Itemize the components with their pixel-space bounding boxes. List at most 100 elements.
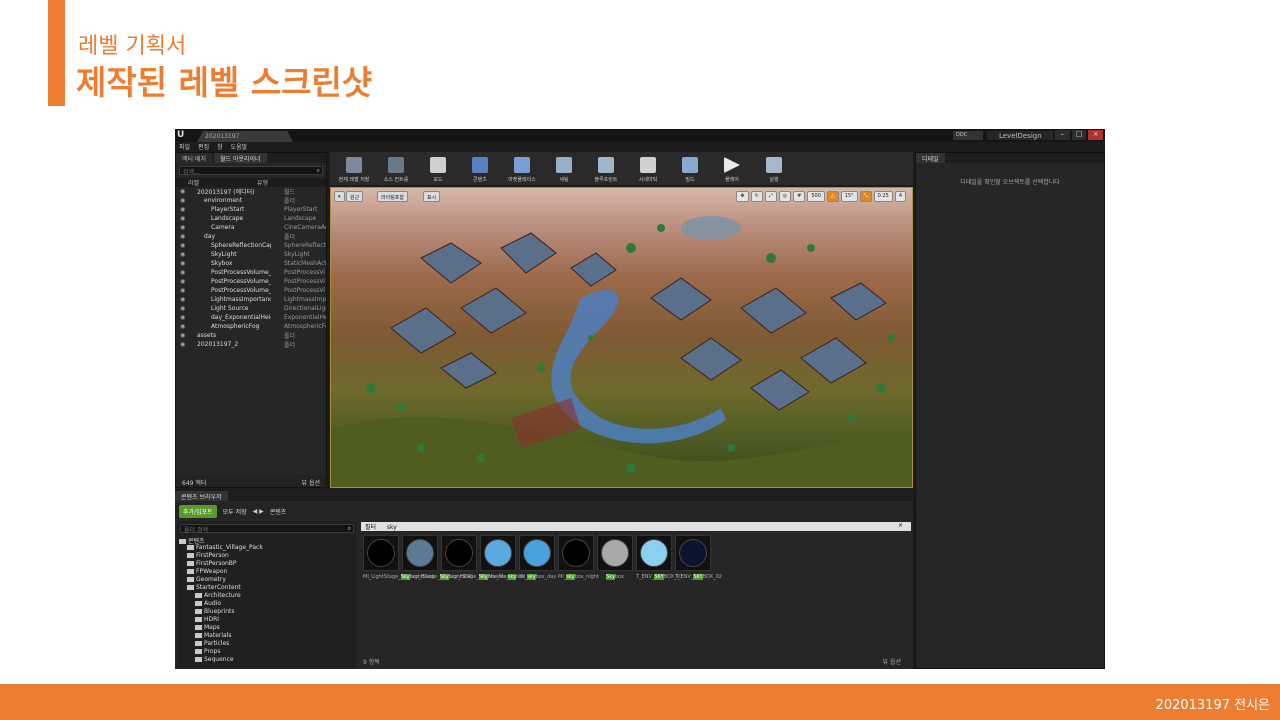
folder-item[interactable]: Sequence: [177, 656, 357, 664]
visibility-icon[interactable]: ◉: [180, 332, 185, 339]
visibility-icon[interactable]: ◉: [180, 305, 185, 312]
folder-item[interactable]: 콘텐츠: [177, 536, 357, 545]
outliner-row[interactable]: ◉ AtmosphericFog AtmosphericFo: [176, 322, 326, 331]
asset-tile[interactable]: MI_LightStage_Skybox_Black: [363, 535, 435, 615]
folder-item[interactable]: StarterContent: [177, 584, 357, 592]
folder-item[interactable]: HDRI: [177, 616, 357, 624]
tab-world-outliner[interactable]: 월드 아웃라이너: [214, 153, 267, 163]
outliner-row[interactable]: ◉ PlayerStart PlayerStart: [176, 205, 326, 214]
folder-item[interactable]: FPWeapon: [177, 568, 357, 576]
visibility-icon[interactable]: ◉: [180, 215, 185, 222]
rotation-snap-icon[interactable]: △: [826, 191, 839, 202]
outliner-row[interactable]: ◉ environment 폴더: [176, 196, 326, 205]
visibility-icon[interactable]: ◉: [180, 233, 185, 240]
show-button[interactable]: 표시: [423, 191, 441, 202]
folder-item[interactable]: FirstPerson: [177, 552, 357, 560]
asset-tile[interactable]: MI_skybox_day: [519, 535, 556, 615]
outliner-row[interactable]: ◉ day_ExponentialHeigh ExponentialHei: [176, 313, 326, 322]
folder-item[interactable]: Props: [177, 648, 357, 656]
asset-tile[interactable]: T_ENV_SKYBOX_02: [675, 535, 722, 615]
asset-search-input[interactable]: 필터 sky ×: [361, 522, 911, 531]
visibility-icon[interactable]: ◉: [180, 206, 185, 213]
folder-item[interactable]: Audio: [177, 600, 357, 608]
visibility-icon[interactable]: ◉: [180, 260, 185, 267]
close-icon[interactable]: ×: [1088, 130, 1104, 140]
outliner-row[interactable]: ◉ Landscape Landscape: [176, 214, 326, 223]
asset-tile[interactable]: Skybox: [597, 535, 633, 615]
asset-tile[interactable]: MI_Master_skybox_day: [480, 535, 537, 615]
launch-button[interactable]: 실행: [753, 152, 795, 185]
tab-place-actors[interactable]: 액터 배치: [176, 153, 212, 163]
folder-search-input[interactable]: 폴더 검색 ⌕: [180, 524, 354, 534]
visibility-icon[interactable]: ◉: [180, 314, 185, 321]
outliner-row[interactable]: ◉ assets 폴더: [176, 331, 326, 340]
outliner-row[interactable]: ◉ PostProcessVolume_vi PostProcessVi: [176, 268, 326, 277]
folder-item[interactable]: FirstPersonBP: [177, 560, 357, 568]
outliner-row[interactable]: ◉ Camera CineCameraAc: [176, 223, 326, 232]
add-import-button[interactable]: 추가/임포트: [179, 504, 217, 518]
level-viewport[interactable]: ▾ 원근 라이팅포함 표시 ✥ ↻ ⤢ ◎ # 500 △ 15° ⤡ 0.25…: [330, 187, 913, 488]
outliner-view-options[interactable]: 뷰 옵션: [302, 478, 320, 487]
outliner-row[interactable]: ◉ LightmassImportanceV LightmassImpo: [176, 295, 326, 304]
minimize-icon[interactable]: –: [1055, 130, 1070, 140]
play-button[interactable]: 플레이: [711, 152, 753, 185]
maximize-icon[interactable]: □: [1071, 130, 1087, 140]
outliner-row[interactable]: ◉ PostProcessVolume_vi PostProcessVi: [176, 277, 326, 286]
folder-item[interactable]: Materials: [177, 632, 357, 640]
visibility-icon[interactable]: ◉: [180, 224, 185, 231]
content-path[interactable]: 콘텐츠: [270, 507, 287, 516]
folder-item[interactable]: Blueprints: [177, 608, 357, 616]
world-local-icon[interactable]: ◎: [778, 191, 792, 202]
back-icon[interactable]: ◀ ▶: [253, 508, 264, 515]
source-control-button[interactable]: 소스 컨트롤: [375, 152, 417, 185]
visibility-icon[interactable]: ◉: [180, 287, 185, 294]
ddc-button[interactable]: DDC: [953, 131, 983, 140]
cinematics-button[interactable]: 시네마틱: [627, 152, 669, 185]
outliner-row[interactable]: ◉ Light Source DirectionalLigh: [176, 304, 326, 313]
grid-snap-value[interactable]: 500: [807, 191, 825, 202]
menu-edit[interactable]: 편집: [198, 142, 209, 152]
visibility-icon[interactable]: ◉: [180, 242, 185, 249]
viewport-menu-button[interactable]: ▾: [334, 191, 345, 202]
lit-mode-button[interactable]: 라이팅포함: [377, 191, 409, 202]
perspective-button[interactable]: 원근: [346, 191, 364, 202]
rotation-snap-value[interactable]: 15°: [840, 191, 858, 202]
grid-snap-icon[interactable]: #: [793, 191, 806, 202]
asset-tile[interactable]: MI_skybox_night: [558, 535, 599, 615]
camera-speed-button[interactable]: 4: [894, 191, 906, 202]
translate-icon[interactable]: ✥: [736, 191, 749, 202]
visibility-icon[interactable]: ◉: [180, 296, 185, 303]
folder-item[interactable]: Maps: [177, 624, 357, 632]
outliner-row[interactable]: ◉ 202013197 (에디터) 월드: [176, 187, 326, 196]
menu-file[interactable]: 파일: [179, 142, 190, 152]
visibility-icon[interactable]: ◉: [180, 323, 185, 330]
build-button[interactable]: 빌드: [669, 152, 711, 185]
save-all-button[interactable]: 모두 저장: [223, 507, 247, 516]
visibility-icon[interactable]: ◉: [180, 269, 185, 276]
visibility-icon[interactable]: ◉: [180, 341, 185, 348]
outliner-row[interactable]: ◉ 202013197_2 폴더: [176, 340, 326, 349]
visibility-icon[interactable]: ◉: [180, 197, 185, 204]
content-view-options[interactable]: 뷰 옵션: [883, 657, 901, 666]
outliner-search-input[interactable]: 검색... ⌕: [179, 166, 323, 176]
menu-window[interactable]: 창: [217, 142, 223, 152]
level-tab[interactable]: 202013197: [197, 131, 293, 142]
folder-item[interactable]: Particles: [177, 640, 357, 648]
scale-icon[interactable]: ⤢: [764, 191, 777, 202]
content-button[interactable]: 콘텐츠: [459, 152, 501, 185]
marketplace-button[interactable]: 마켓플레이스: [501, 152, 543, 185]
save-current-button[interactable]: 현재 레벨 저장: [333, 152, 375, 185]
visibility-icon[interactable]: ◉: [180, 251, 185, 258]
visibility-icon[interactable]: ◉: [180, 188, 185, 195]
asset-tile[interactable]: MI_LightStage_Skybox_Master: [441, 535, 516, 615]
outliner-row[interactable]: ◉ PostProcessVolume_L PostProcessVi: [176, 286, 326, 295]
outliner-row[interactable]: ◉ SkyLight SkyLight: [176, 250, 326, 259]
folder-item[interactable]: Geometry: [177, 576, 357, 584]
menu-help[interactable]: 도움말: [231, 142, 248, 152]
clear-search-icon[interactable]: ×: [898, 522, 903, 529]
column-type-header[interactable]: 유형: [257, 178, 326, 187]
outliner-row[interactable]: ◉ SphereReflectionCapture SphereReflecti: [176, 241, 326, 250]
asset-tile[interactable]: T_ENV_SKYBOX_01: [636, 535, 683, 615]
tab-content-browser[interactable]: 콘텐츠 브라우저: [175, 491, 228, 501]
tab-details[interactable]: 디테일: [916, 153, 945, 163]
